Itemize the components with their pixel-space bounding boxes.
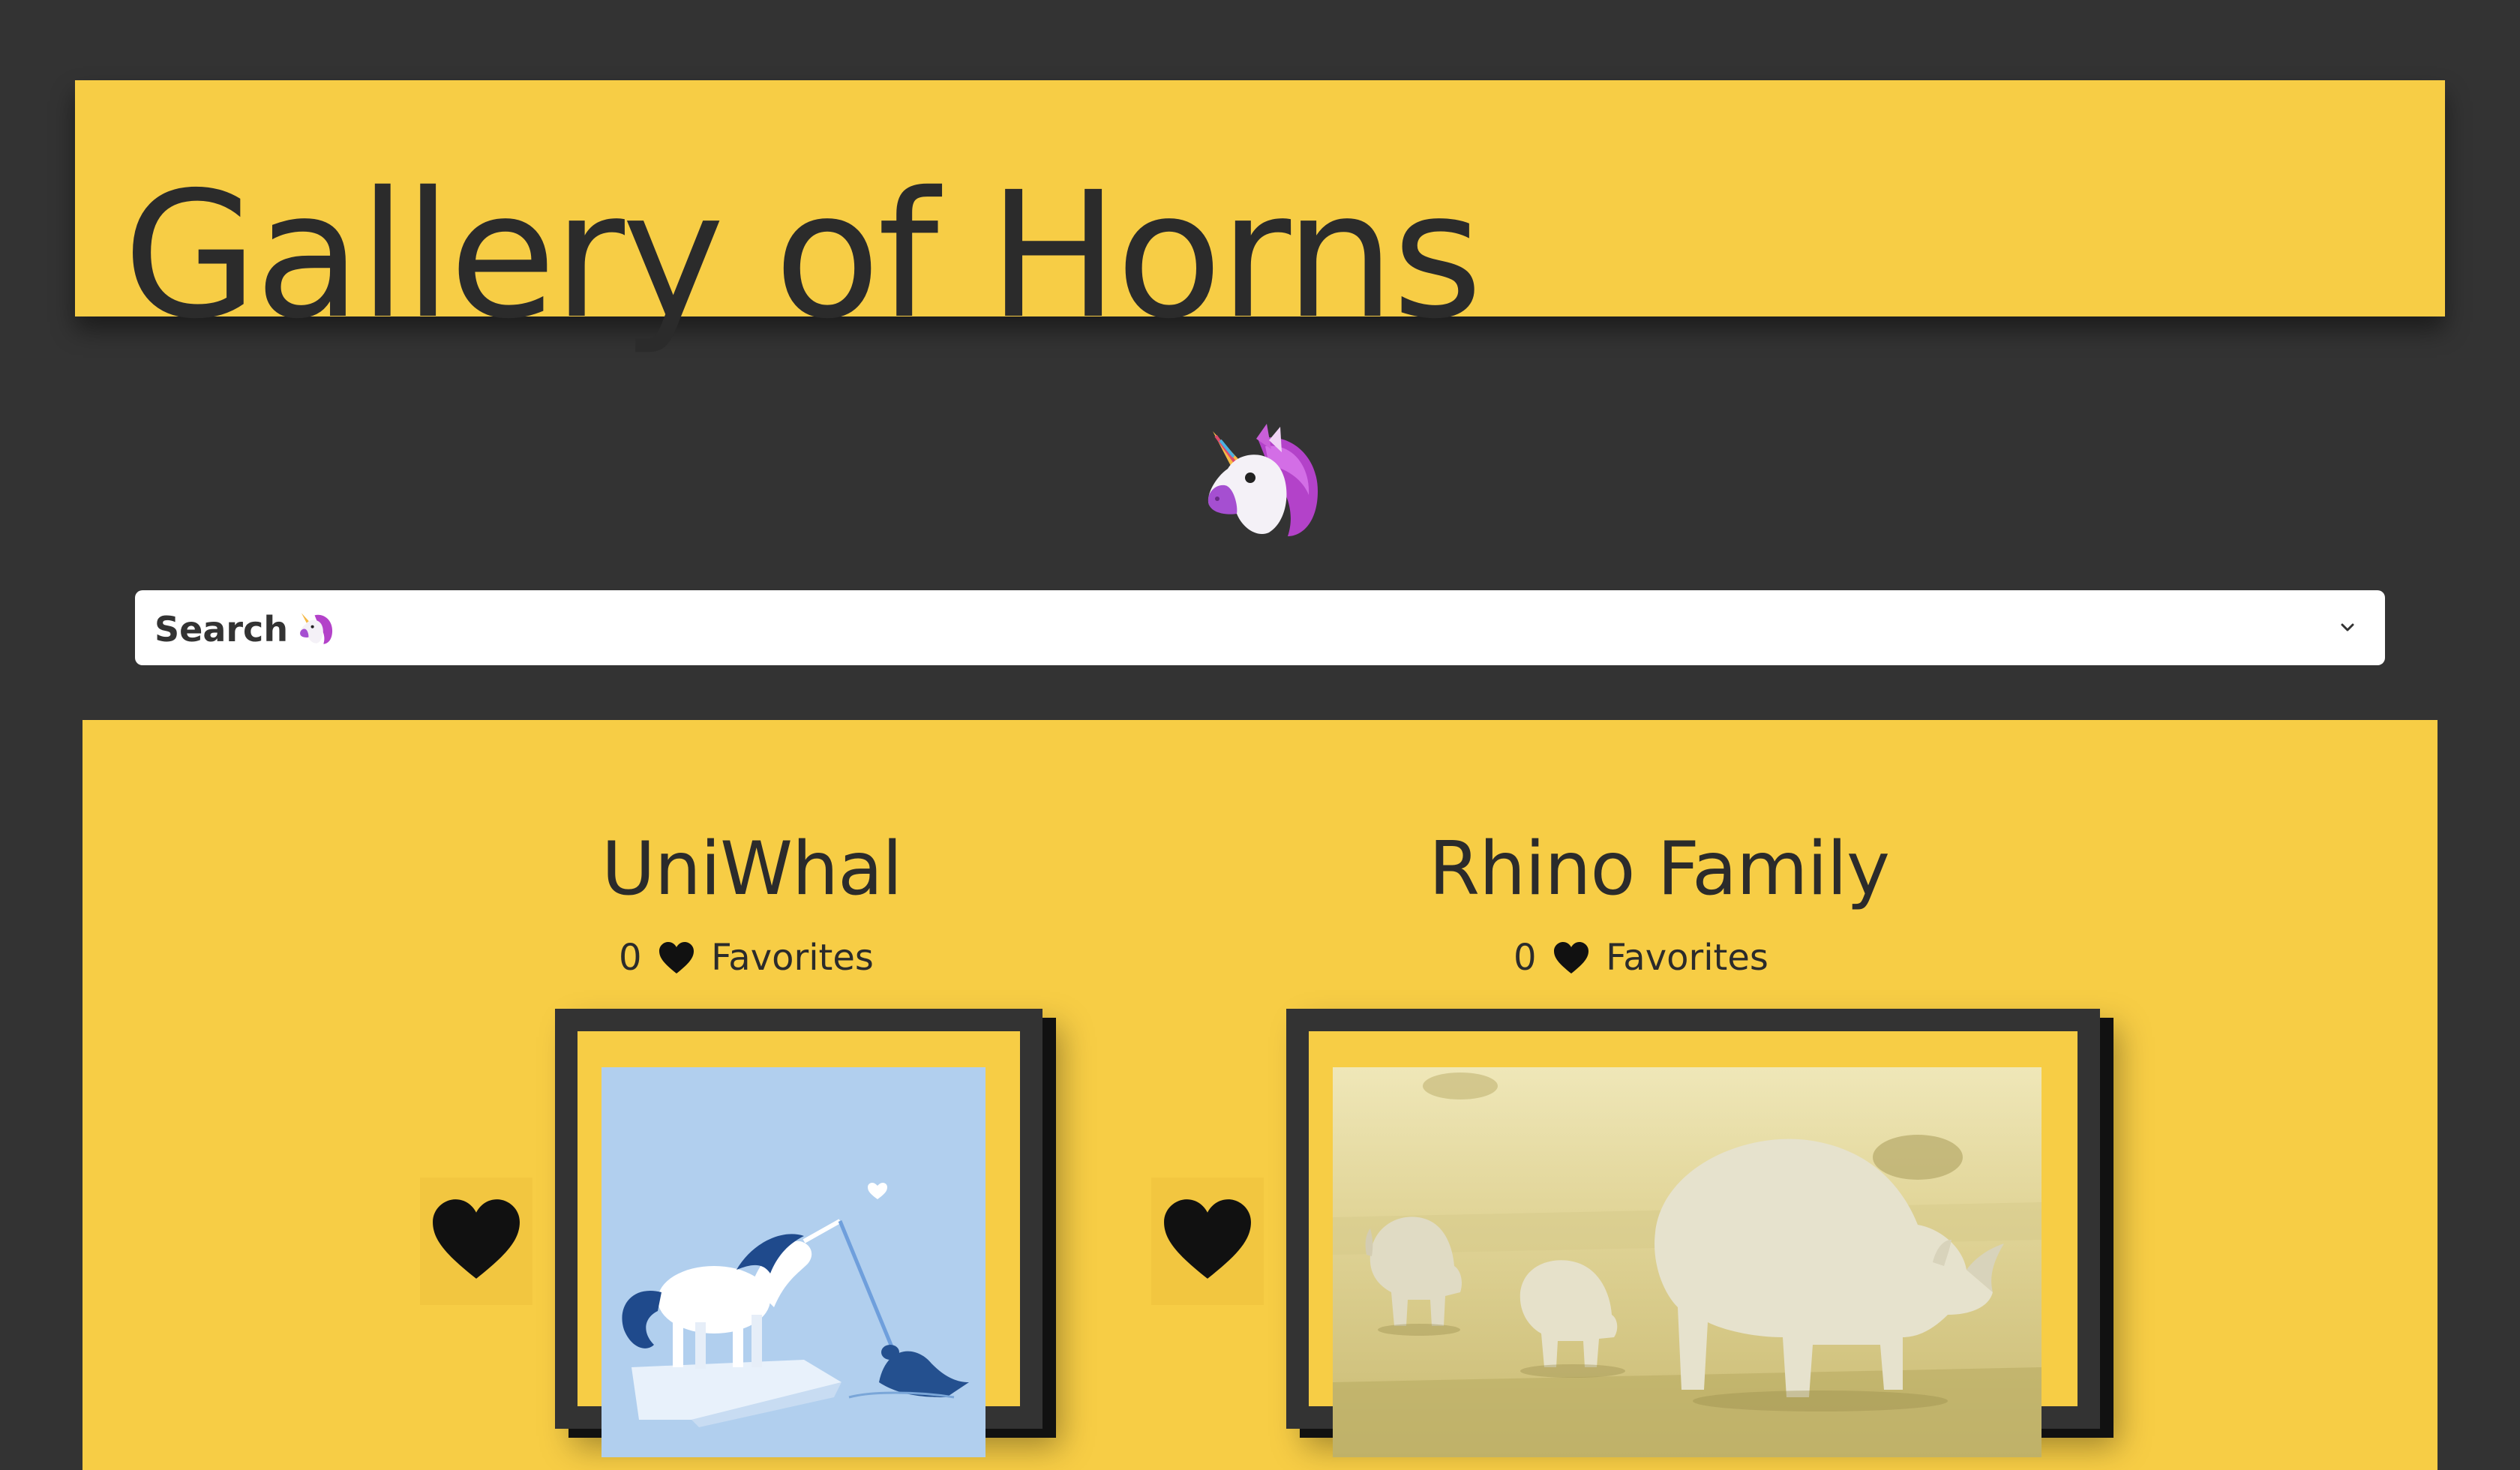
image-frame[interactable] (1286, 1009, 2100, 1457)
search-label-text: Search (154, 609, 289, 650)
card-image[interactable] (602, 1067, 986, 1457)
favorites-count: 0 Favorites (1514, 934, 1768, 979)
black-heart-icon (433, 1199, 520, 1279)
search-label: Search (154, 610, 334, 648)
favorites-count: 0 Favorites (619, 934, 874, 979)
favorites-label: Favorites (1606, 937, 1768, 979)
page-title: Gallery of Horns (123, 154, 1483, 357)
favorites-label: Favorites (711, 937, 874, 979)
image-frame[interactable] (555, 1009, 1042, 1457)
favorite-button[interactable] (420, 1178, 532, 1305)
page-header: Gallery of Horns (75, 80, 2445, 343)
unicorn-icon (297, 610, 334, 647)
black-heart-icon (1164, 1199, 1251, 1279)
card-title: Rhino Family (1429, 826, 1890, 912)
card-image[interactable] (1333, 1067, 2042, 1457)
favorite-button[interactable] (1151, 1178, 1264, 1305)
search-select[interactable]: Search (135, 590, 2385, 665)
favorites-number: 0 (619, 937, 642, 979)
chevron-down-icon[interactable] (2336, 616, 2360, 640)
gallery: UniWhal 0 Favorites Rhino Family 0 Favor… (82, 720, 2438, 1470)
black-heart-icon (658, 942, 694, 974)
black-heart-icon (1553, 942, 1588, 974)
unicorn-icon (1198, 424, 1325, 544)
card-title: UniWhal (602, 826, 902, 912)
favorites-number: 0 (1514, 937, 1537, 979)
